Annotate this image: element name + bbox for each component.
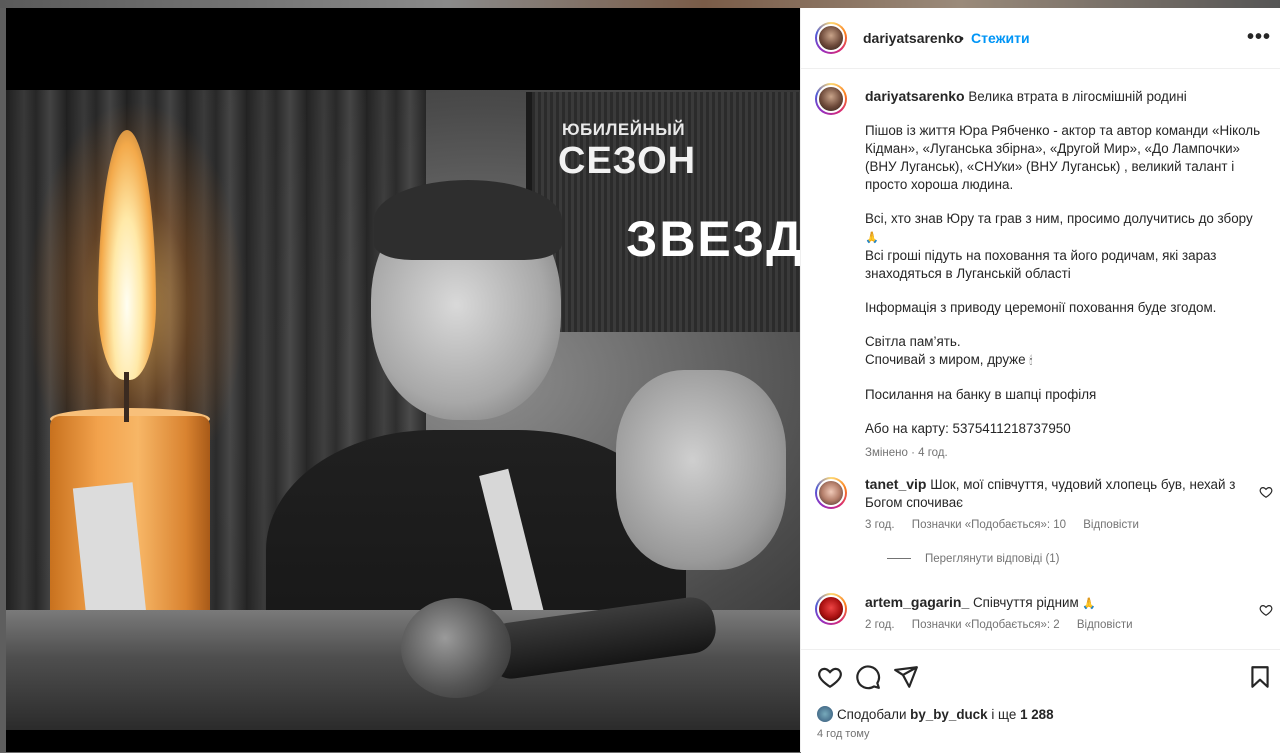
commenter-avatar[interactable]	[815, 477, 847, 509]
praying-hands-emoji: 🙏	[865, 232, 879, 244]
stage-banner: ЮБИЛЕЙНЫЙ СЕЗОН ЗВЕЗД	[526, 92, 800, 332]
person-hair	[374, 180, 562, 260]
comment-icon[interactable]	[855, 664, 881, 690]
post-side-panel: dariyatsarenko • Стежити ••• dariyatsare…	[800, 8, 1280, 753]
comment-time: 2 год.	[865, 619, 895, 631]
caption-text: dariyatsarenko Велика втрата в лігосмішн…	[865, 87, 1265, 462]
comment-meta: 3 год. Позначки «Подобається»: 10 Відпов…	[865, 519, 1153, 531]
post-header: dariyatsarenko • Стежити •••	[801, 8, 1280, 69]
caption-edited-time: Змінено · 4 год.	[865, 447, 948, 459]
comment-meta: 2 год. Позначки «Подобається»: 2 Відпові…	[865, 619, 1147, 631]
candle-wick	[124, 372, 129, 422]
caption-paragraph-5: Посилання на банку в шапці профіля	[865, 387, 1097, 402]
liker-avatar[interactable]	[817, 706, 833, 722]
comment-likes-count[interactable]: Позначки «Подобається»: 10	[912, 519, 1066, 531]
background-page-strip	[0, 0, 1280, 8]
bookmark-icon[interactable]	[1247, 664, 1273, 690]
clapping-hands	[616, 370, 786, 570]
comments-scroll-area[interactable]: dariyatsarenko Велика втрата в лігосмішн…	[801, 69, 1280, 649]
caption-paragraph-3: Інформація з приводу церемонії поховання…	[865, 300, 1217, 315]
author-username[interactable]: dariyatsarenko	[863, 30, 963, 46]
comment-text: artem_gagarin_ Співчуття рідним 🙏	[865, 593, 1245, 613]
author-avatar[interactable]	[815, 22, 847, 54]
caption-avatar[interactable]	[815, 83, 847, 115]
commenter-avatar[interactable]	[815, 593, 847, 625]
caption-paragraph-6: Або на карту: 5375411218737950	[865, 421, 1071, 436]
comment-likes-count[interactable]: Позначки «Подобається»: 2	[912, 619, 1060, 631]
caption-username[interactable]: dariyatsarenko	[865, 88, 965, 104]
post-time[interactable]: 4 год тому	[817, 728, 870, 740]
heart-icon[interactable]	[817, 664, 843, 690]
commenter-username[interactable]: artem_gagarin_	[865, 594, 969, 610]
liked-prefix: Сподобали	[837, 707, 907, 722]
liked-by: Сподобали by_by_duck і ще 1 288	[817, 706, 1054, 722]
likes-count[interactable]: 1 288	[1020, 707, 1054, 722]
comment-reply-button[interactable]: Відповісти	[1083, 519, 1139, 531]
separator-dot: •	[959, 30, 964, 46]
caption-first-line: Велика втрата в лігосмішній родині	[968, 89, 1187, 104]
microphone-head	[401, 598, 511, 698]
more-options-icon[interactable]: •••	[1247, 26, 1271, 49]
banner-text-1: ЮБИЛЕЙНЫЙ	[562, 120, 686, 139]
caption-paragraph-2a: Всі, хто знав Юру та грав з ним, просимо…	[865, 211, 1253, 226]
banner-text-2: СЕЗОН	[558, 140, 697, 182]
praying-hands-emoji: 🙏	[1082, 598, 1097, 610]
comment-time: 3 год.	[865, 519, 895, 531]
follow-button[interactable]: Стежити	[971, 30, 1030, 46]
banner-text-3: ЗВЕЗД	[626, 211, 800, 267]
caption-paragraph-1: Пішов із життя Юра Рябченко - актор та а…	[865, 123, 1261, 192]
comment-like-heart-icon[interactable]	[1259, 485, 1273, 499]
comment-like-heart-icon[interactable]	[1259, 603, 1273, 617]
commenter-username[interactable]: tanet_vip	[865, 476, 926, 492]
share-icon[interactable]	[893, 664, 919, 690]
comment-body: Співчуття рідним	[973, 595, 1079, 610]
caption-paragraph-2b: Всі гроші підуть на поховання та його ро…	[865, 248, 1217, 281]
liked-middle: і ще	[991, 707, 1017, 722]
view-replies-label: Переглянути відповіді (1)	[925, 553, 1060, 565]
post-photo: ЮБИЛЕЙНЫЙ СЕЗОН ЗВЕЗД	[6, 90, 800, 730]
comment-text: tanet_vip Шок, мої співчуття, чудовий хл…	[865, 475, 1245, 512]
liker-username[interactable]: by_by_duck	[910, 707, 987, 722]
post-actions: Сподобали by_by_duck і ще 1 288 4 год то…	[801, 649, 1280, 753]
comment-reply-button[interactable]: Відповісти	[1077, 619, 1133, 631]
post-media[interactable]: ЮБИЛЕЙНЫЙ СЕЗОН ЗВЕЗД	[6, 8, 800, 752]
caption-paragraph-4b: Спочивай з миром, друже	[865, 352, 1026, 367]
candle-emoji: 🕯	[1029, 355, 1033, 367]
caption-paragraph-4a: Світла пам’ять.	[865, 334, 961, 349]
view-replies-button[interactable]: Переглянути відповіді (1)	[887, 553, 1060, 565]
